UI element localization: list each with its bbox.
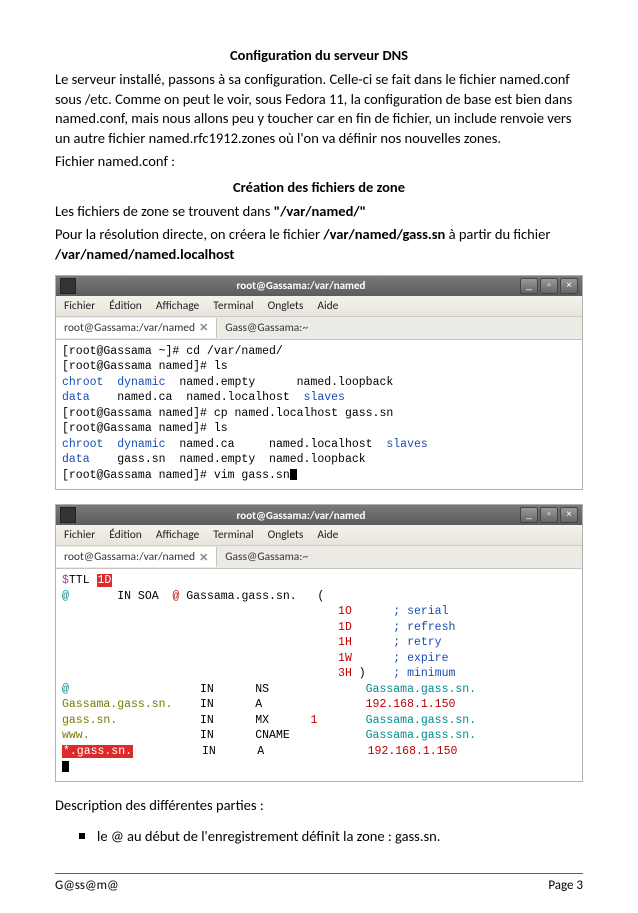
text-zone-intro: Les fichiers de zone se trouvent dans: [55, 202, 274, 220]
bullet-item: le @ au début de l'enregistrement défini…: [97, 827, 583, 845]
menu-aide[interactable]: Aide: [317, 299, 338, 313]
page-footer: G@ss@m@ Page 3: [55, 873, 583, 893]
menu-edition[interactable]: Édition: [109, 299, 142, 313]
heading-zone-files: Création des fichiers de zone: [55, 178, 583, 196]
menu-terminal[interactable]: Terminal: [213, 528, 253, 542]
close-button[interactable]: ×: [560, 278, 578, 294]
tab-inactive[interactable]: Gass@Gassama:~: [217, 547, 316, 567]
menu-terminal[interactable]: Terminal: [213, 299, 253, 313]
terminal-body[interactable]: [root@Gassama ~]# cd /var/named/ [root@G…: [56, 340, 582, 490]
menu-fichier[interactable]: Fichier: [64, 528, 95, 542]
menu-edition[interactable]: Édition: [109, 528, 142, 542]
close-button[interactable]: ×: [560, 507, 578, 523]
text-localhost-path: /var/named/named.localhost: [55, 245, 234, 263]
menu-onglets[interactable]: Onglets: [268, 299, 304, 313]
tab-label: Gass@Gassama:~: [225, 550, 308, 564]
menu-affichage[interactable]: Affichage: [156, 528, 199, 542]
window-buttons: _ ▫ ×: [520, 278, 578, 294]
menu-affichage[interactable]: Affichage: [156, 299, 199, 313]
menu-aide[interactable]: Aide: [317, 528, 338, 542]
paragraph-zone-location: Les fichiers de zone se trouvent dans "/…: [55, 202, 583, 222]
tab-active[interactable]: root@Gassama:/var/named ✕: [56, 547, 217, 567]
minimize-button[interactable]: _: [520, 278, 538, 294]
document-page: Configuration du serveur DNS Le serveur …: [0, 0, 638, 913]
heading-config-dns: Configuration du serveur DNS: [55, 46, 583, 64]
footer-author: G@ss@m@: [55, 878, 119, 893]
tab-active[interactable]: root@Gassama:/var/named ✕: [56, 318, 217, 338]
maximize-button[interactable]: ▫: [540, 507, 558, 523]
terminal-body[interactable]: $TTL 1D @ IN SOA @ Gassama.gass.sn. ( 1O…: [56, 569, 582, 781]
tab-label: Gass@Gassama:~: [225, 321, 308, 335]
window-buttons: _ ▫ ×: [520, 507, 578, 523]
minimize-button[interactable]: _: [520, 507, 538, 523]
window-title: root@Gassama:/var/named: [82, 279, 520, 292]
bullet-list: le @ au début de l'enregistrement défini…: [55, 827, 583, 845]
menu-onglets[interactable]: Onglets: [268, 528, 304, 542]
text-from: à partir du fichier: [445, 225, 550, 243]
terminal-icon: [60, 507, 76, 523]
window-title: root@Gassama:/var/named: [82, 509, 520, 522]
tab-label: root@Gassama:/var/named: [64, 550, 195, 564]
maximize-button[interactable]: ▫: [540, 278, 558, 294]
titlebar: root@Gassama:/var/named _ ▫ ×: [56, 276, 582, 296]
terminal-window-ls: root@Gassama:/var/named _ ▫ × Fichier Éd…: [55, 275, 583, 491]
paragraph-named-conf: Fichier named.conf :: [55, 152, 583, 172]
titlebar: root@Gassama:/var/named _ ▫ ×: [56, 505, 582, 525]
tab-close-icon[interactable]: ✕: [199, 321, 208, 334]
terminal-icon: [60, 278, 76, 294]
tab-close-icon[interactable]: ✕: [199, 551, 208, 564]
tab-bar: root@Gassama:/var/named ✕ Gass@Gassama:~: [56, 546, 582, 569]
text-gass-path: /var/named/gass.sn: [323, 225, 445, 243]
tab-label: root@Gassama:/var/named: [64, 321, 195, 335]
paragraph-description: Description des différentes parties :: [55, 796, 583, 816]
menubar: Fichier Édition Affichage Terminal Ongle…: [56, 296, 582, 317]
terminal-window-vim: root@Gassama:/var/named _ ▫ × Fichier Éd…: [55, 504, 583, 782]
paragraph-intro: Le serveur installé, passons à sa config…: [55, 70, 583, 148]
paragraph-resolution: Pour la résolution directe, on créera le…: [55, 225, 583, 264]
menu-fichier[interactable]: Fichier: [64, 299, 95, 313]
tab-bar: root@Gassama:/var/named ✕ Gass@Gassama:~: [56, 317, 582, 340]
footer-page: Page 3: [548, 878, 583, 893]
text-resolution-intro: Pour la résolution directe, on créera le…: [55, 225, 323, 243]
menubar: Fichier Édition Affichage Terminal Ongle…: [56, 525, 582, 546]
text-zone-path: "/var/named/": [274, 202, 366, 220]
tab-inactive[interactable]: Gass@Gassama:~: [217, 318, 316, 338]
